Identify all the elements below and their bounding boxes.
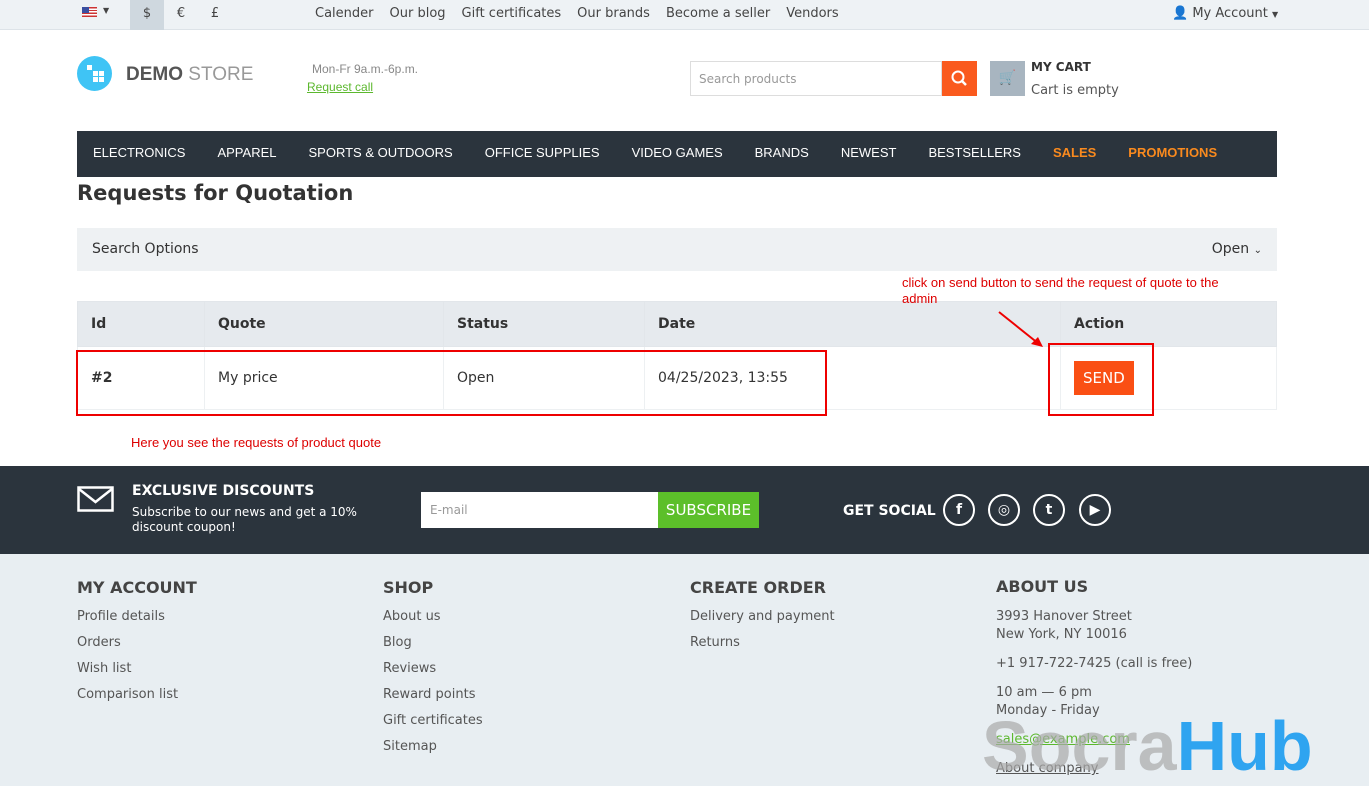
link-profile[interactable]: Profile details xyxy=(77,609,197,624)
link-vendors[interactable]: Vendors xyxy=(786,0,838,28)
caret-down-icon: ▼ xyxy=(1272,10,1279,19)
link-returns[interactable]: Returns xyxy=(690,635,835,650)
nav-promotions[interactable]: PROMOTIONS xyxy=(1128,131,1217,177)
rows-annotation: Here you see the requests of product quo… xyxy=(131,435,382,450)
send-highlight xyxy=(1048,343,1154,416)
top-bar: ▼ $ € £ Calender Our blog Gift certifica… xyxy=(0,0,1369,30)
newsletter-title: EXCLUSIVE DISCOUNTS xyxy=(132,483,315,499)
phone: +1 917-722-7425 (call is free) xyxy=(996,656,1193,671)
link-become-seller[interactable]: Become a seller xyxy=(666,0,770,28)
status-filter[interactable]: Open ⌄ xyxy=(1212,228,1262,271)
hours: 10 am — 6 pm xyxy=(996,685,1092,700)
link-gift-certificates[interactable]: Gift certificates xyxy=(462,0,562,28)
watermark: SocraHub xyxy=(982,707,1313,785)
currency-usd[interactable]: $ xyxy=(130,0,164,30)
instagram-icon[interactable]: ◎ xyxy=(988,494,1020,526)
nav-apparel[interactable]: APPAREL xyxy=(217,131,276,177)
currency-gbp[interactable]: £ xyxy=(198,0,232,30)
youtube-icon[interactable]: ▶ xyxy=(1079,494,1111,526)
logo-text[interactable]: DEMO STORE xyxy=(126,64,253,86)
newsletter-bar: EXCLUSIVE DISCOUNTS Subscribe to our new… xyxy=(0,466,1369,554)
footer-shop: SHOP About us Blog Reviews Reward points… xyxy=(383,578,483,765)
link-blog[interactable]: Blog xyxy=(383,635,483,650)
my-account-label: My Account xyxy=(1192,6,1268,21)
nav-sales[interactable]: SALES xyxy=(1053,131,1096,177)
search-input[interactable]: Search products xyxy=(690,61,942,96)
currency-eur[interactable]: € xyxy=(164,0,198,30)
chevron-down-icon: ⌄ xyxy=(1253,245,1262,256)
envelope-icon xyxy=(77,486,114,512)
link-blog[interactable]: Our blog xyxy=(390,0,446,28)
address-line: New York, NY 10016 xyxy=(996,627,1127,642)
cart-title[interactable]: MY CART xyxy=(1031,60,1091,74)
link-reviews[interactable]: Reviews xyxy=(383,661,483,676)
search-options-bar[interactable]: Search Options Open ⌄ xyxy=(77,228,1277,271)
nav-electronics[interactable]: ELECTRONICS xyxy=(93,131,185,177)
hours: Mon-Fr 9a.m.-6p.m. xyxy=(312,62,419,76)
my-account-menu[interactable]: 👤 My Account ▼ xyxy=(1172,0,1278,29)
footer-heading: MY ACCOUNT xyxy=(77,578,197,597)
nav-sports[interactable]: SPORTS & OUTDOORS xyxy=(308,131,452,177)
col-quote: Quote xyxy=(204,301,444,347)
request-call-link[interactable]: Request call xyxy=(307,80,373,94)
get-social-label: GET SOCIAL xyxy=(843,503,936,519)
send-annotation: click on send button to send the request… xyxy=(902,275,1219,306)
nav-bestsellers[interactable]: BESTSELLERS xyxy=(928,131,1021,177)
footer-my-account: MY ACCOUNT Profile details Orders Wish l… xyxy=(77,578,197,713)
main-nav: ELECTRONICS APPAREL SPORTS & OUTDOORS OF… xyxy=(77,131,1277,177)
row-highlight xyxy=(76,350,827,416)
arrow-icon xyxy=(998,311,1043,347)
caret-down-icon[interactable]: ▼ xyxy=(103,6,109,15)
cart-icon[interactable]: 🛒 xyxy=(990,61,1025,96)
search-options-label: Search Options xyxy=(92,241,199,257)
link-brands[interactable]: Our brands xyxy=(577,0,650,28)
us-flag-icon[interactable] xyxy=(82,7,97,17)
link-reward-points[interactable]: Reward points xyxy=(383,687,483,702)
link-delivery[interactable]: Delivery and payment xyxy=(690,609,835,624)
search-icon xyxy=(951,70,967,86)
page-title: Requests for Quotation xyxy=(77,181,354,205)
link-about[interactable]: About us xyxy=(383,609,483,624)
link-sitemap[interactable]: Sitemap xyxy=(383,739,483,754)
nav-brands[interactable]: BRANDS xyxy=(755,131,809,177)
subscribe-button[interactable]: SUBSCRIBE xyxy=(658,492,759,528)
cart-status: Cart is empty xyxy=(1031,83,1119,98)
link-gift-certificates[interactable]: Gift certificates xyxy=(383,713,483,728)
search-button[interactable] xyxy=(942,61,977,96)
user-icon: 👤 xyxy=(1172,6,1189,21)
footer-create-order: CREATE ORDER Delivery and payment Return… xyxy=(690,578,835,661)
address-line: 3993 Hanover Street xyxy=(996,609,1132,624)
footer-heading: ABOUT US xyxy=(996,577,1089,596)
link-orders[interactable]: Orders xyxy=(77,635,197,650)
footer-heading: SHOP xyxy=(383,578,434,597)
link-comparison[interactable]: Comparison list xyxy=(77,687,197,702)
col-status: Status xyxy=(443,301,645,347)
col-action: Action xyxy=(1060,301,1277,347)
logo-icon[interactable] xyxy=(77,56,112,91)
col-id: Id xyxy=(77,301,205,347)
twitter-icon[interactable]: t xyxy=(1033,494,1065,526)
facebook-icon[interactable]: f xyxy=(943,494,975,526)
footer-heading: CREATE ORDER xyxy=(690,578,826,597)
link-calender[interactable]: Calender xyxy=(315,0,374,28)
nav-newest[interactable]: NEWEST xyxy=(841,131,897,177)
nav-video-games[interactable]: VIDEO GAMES xyxy=(632,131,723,177)
email-input[interactable]: E-mail xyxy=(421,492,658,528)
newsletter-text: Subscribe to our news and get a 10% disc… xyxy=(132,505,357,534)
link-wishlist[interactable]: Wish list xyxy=(77,661,197,676)
nav-office[interactable]: OFFICE SUPPLIES xyxy=(485,131,600,177)
